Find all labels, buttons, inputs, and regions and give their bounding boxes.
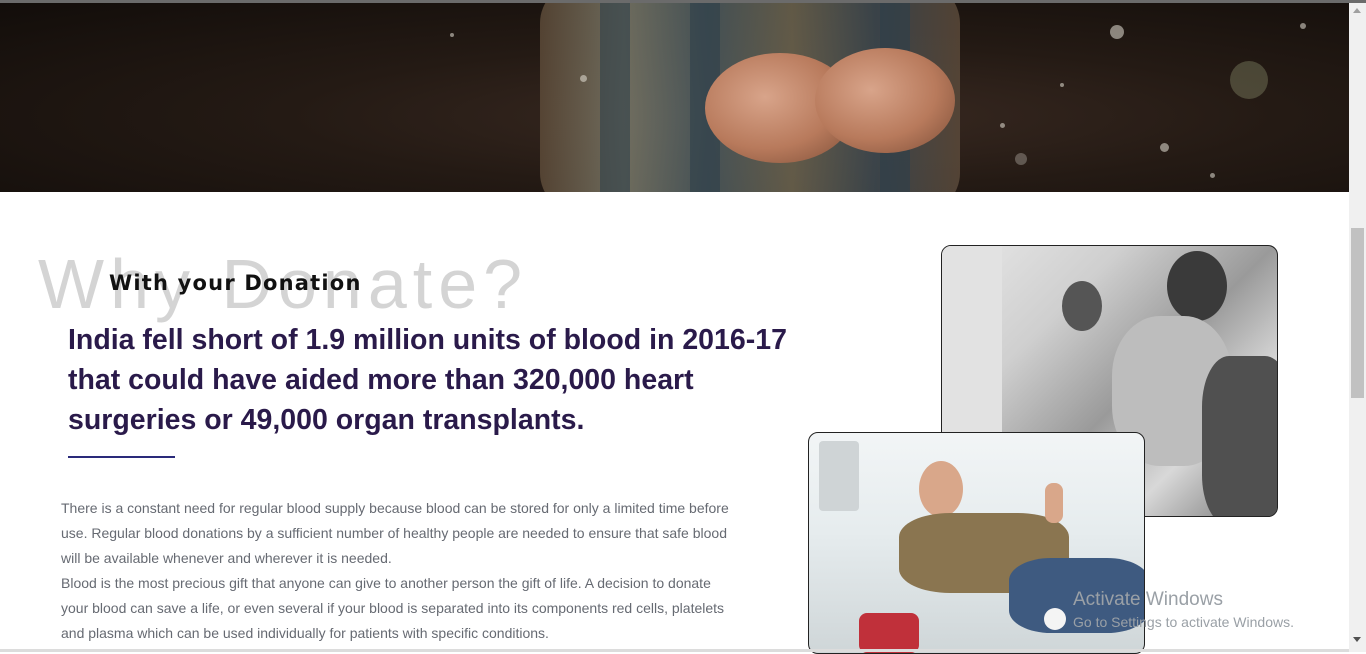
windows-watermark-title: Activate Windows	[1073, 589, 1223, 610]
section-headline: India fell short of 1.9 million units of…	[68, 324, 787, 436]
rain-drop	[1210, 173, 1215, 178]
rain-drop	[1015, 153, 1027, 165]
photo-figure-bg	[1062, 281, 1102, 331]
photo-thumb-up	[1045, 483, 1063, 523]
accent-divider	[68, 456, 175, 458]
photo-blood-bag	[859, 613, 919, 653]
hand-right	[815, 48, 955, 153]
photo-figure-head	[1167, 251, 1227, 321]
paragraph: There is a constant need for regular blo…	[61, 500, 729, 566]
rain-drop	[1060, 83, 1064, 87]
section-subtitle: With your Donation	[109, 271, 362, 295]
photo-donor-face	[919, 461, 963, 517]
rain-drop	[1000, 123, 1005, 128]
rain-drop	[450, 33, 454, 37]
scrollbar-thumb[interactable]	[1351, 228, 1364, 398]
hero-banner-image	[0, 3, 1349, 192]
body-text: There is a constant need for regular blo…	[61, 496, 741, 646]
paragraph: Blood is the most precious gift that any…	[61, 575, 725, 641]
rain-drop	[1160, 143, 1169, 152]
photo-chair	[1202, 356, 1277, 516]
photo-monitor	[819, 441, 859, 511]
hero-stripe	[600, 3, 630, 192]
scroll-up-arrow-icon[interactable]	[1353, 8, 1361, 13]
scroll-down-arrow-icon[interactable]	[1353, 637, 1361, 642]
rain-drop	[1300, 23, 1306, 29]
photo-stress-ball	[1044, 608, 1066, 630]
rain-drop	[1230, 61, 1268, 99]
windows-watermark-subtitle: Go to Settings to activate Windows.	[1073, 614, 1294, 630]
rain-drop	[580, 75, 587, 82]
rain-drop	[1110, 25, 1124, 39]
